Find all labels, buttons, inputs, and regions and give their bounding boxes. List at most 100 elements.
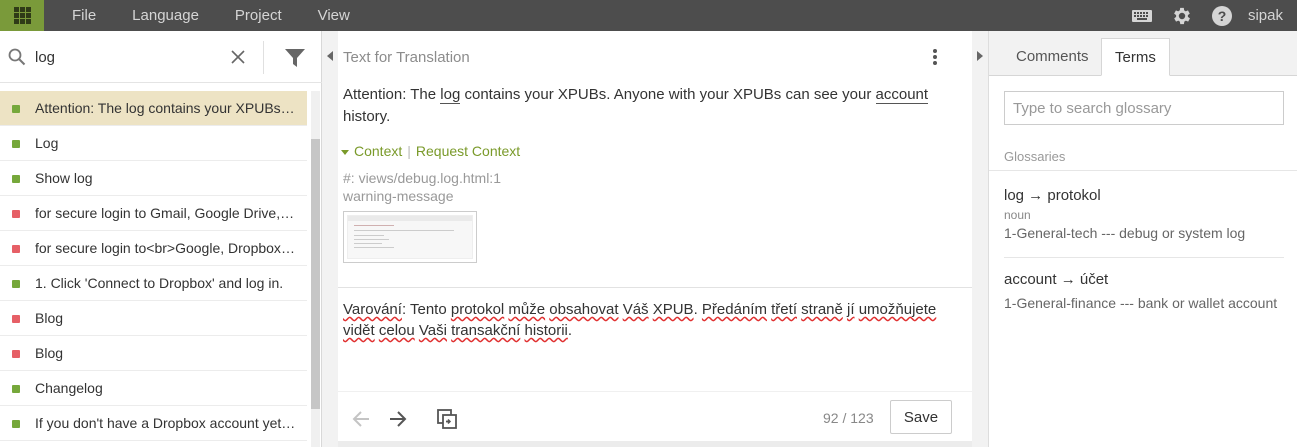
menu-view[interactable]: View bbox=[300, 0, 368, 31]
glossary-search-input[interactable] bbox=[1004, 91, 1284, 125]
list-item[interactable]: Blog bbox=[0, 336, 307, 371]
editor-panel: Text for Translation Attention: The log … bbox=[338, 31, 972, 447]
list-item[interactable]: If you don't have a Dropbox account yet,… bbox=[0, 406, 307, 441]
glossary-entry-pos: noun bbox=[1004, 208, 1031, 222]
top-right-tools: ? sipak bbox=[1122, 0, 1297, 31]
list-item[interactable]: Blog bbox=[0, 301, 307, 336]
list-item-text: 1. Click 'Connect to Dropbox' and log in… bbox=[35, 275, 284, 291]
status-dot bbox=[12, 420, 20, 428]
clear-icon[interactable] bbox=[228, 47, 248, 67]
status-dot bbox=[12, 140, 20, 148]
list-item-text: for secure login to Gmail, Google Drive,… bbox=[35, 205, 297, 221]
main-menu: File Language Project View bbox=[54, 0, 368, 31]
editor-bottom-strip bbox=[338, 441, 972, 447]
list-item[interactable]: 1. Click 'Connect to Dropbox' and log in… bbox=[0, 266, 307, 301]
search-divider bbox=[263, 41, 264, 74]
list-item[interactable]: for secure login to Gmail, Google Drive,… bbox=[0, 196, 307, 231]
list-item-text: Attention: The log contains your XPUBs. … bbox=[35, 100, 297, 116]
next-arrow-icon[interactable] bbox=[385, 406, 411, 432]
list-scrollbar[interactable] bbox=[311, 91, 320, 447]
svg-text:?: ? bbox=[1218, 8, 1227, 24]
source-location: #: views/debug.log.html:1 bbox=[343, 170, 501, 186]
request-context-link[interactable]: Request Context bbox=[416, 143, 520, 159]
tab-comments[interactable]: Comments bbox=[1003, 38, 1102, 76]
apps-grid-button[interactable] bbox=[0, 0, 44, 31]
filter-icon[interactable] bbox=[284, 47, 306, 69]
menu-project[interactable]: Project bbox=[217, 0, 300, 31]
status-dot bbox=[12, 350, 20, 358]
menu-language[interactable]: Language bbox=[114, 0, 217, 31]
misspelled-word: Váš bbox=[622, 301, 649, 318]
translation-input[interactable]: Varování: Tento protokol může obsahovat … bbox=[343, 299, 943, 341]
list-item-text: Show log bbox=[35, 170, 93, 186]
status-dot bbox=[12, 175, 20, 183]
misspelled-word: vidět bbox=[343, 322, 375, 339]
gear-icon[interactable] bbox=[1162, 0, 1202, 31]
status-dot bbox=[12, 105, 20, 113]
status-dot bbox=[12, 210, 20, 218]
misspelled-word: XPUB bbox=[652, 301, 694, 318]
glossary-entry[interactable]: account → účet 1-General-finance --- ban… bbox=[1004, 271, 1284, 311]
translation-fragment: . bbox=[567, 322, 573, 339]
collapse-right-handle[interactable] bbox=[972, 31, 988, 447]
list-item-text: for secure login to<br>Google, Dropbox, … bbox=[35, 240, 297, 256]
glossary-entry-term: log → protokol bbox=[1004, 187, 1101, 204]
status-dot bbox=[12, 315, 20, 323]
collapse-right-icon bbox=[977, 51, 983, 61]
tab-terms[interactable]: Terms bbox=[1101, 38, 1170, 76]
collapse-left-handle[interactable] bbox=[322, 31, 338, 447]
editor-divider bbox=[338, 287, 972, 288]
user-name[interactable]: sipak bbox=[1242, 7, 1297, 24]
glossary-entry[interactable]: log → protokol noun 1-General-tech --- d… bbox=[1004, 187, 1284, 241]
misspelled-word: Varování bbox=[343, 301, 402, 318]
search-bar bbox=[0, 31, 322, 83]
glossaries-heading: Glossaries bbox=[1004, 149, 1066, 164]
screenshot-thumbnail[interactable] bbox=[343, 211, 477, 263]
list-item[interactable]: Show log bbox=[0, 161, 307, 196]
glossary-entry-desc: 1-General-tech --- debug or system log bbox=[1004, 225, 1246, 241]
side-tabs: Comments Terms bbox=[989, 31, 1297, 76]
glossary-term-log[interactable]: log bbox=[440, 86, 461, 104]
glossary-term-account[interactable]: account bbox=[875, 86, 929, 104]
misspelled-word: straně bbox=[801, 301, 843, 318]
misspelled-word: Předáním bbox=[701, 301, 767, 318]
list-item[interactable]: for secure login to<br>Google, Dropbox, … bbox=[0, 231, 307, 266]
apps-grid-icon bbox=[13, 7, 31, 24]
misspelled-word: historii bbox=[524, 322, 568, 339]
context-meta: #: views/debug.log.html:1 warning-messag… bbox=[343, 169, 501, 205]
help-icon[interactable]: ? bbox=[1202, 0, 1242, 31]
string-list-panel: Attention: The log contains your XPUBs. … bbox=[0, 31, 322, 447]
keyboard-icon[interactable] bbox=[1122, 0, 1162, 31]
list-scrollbar-thumb[interactable] bbox=[311, 139, 320, 409]
list-item-text: Blog bbox=[35, 345, 64, 361]
search-input[interactable] bbox=[35, 46, 215, 68]
misspelled-word: transakční bbox=[451, 322, 521, 339]
misspelled-word: protokol bbox=[450, 301, 505, 318]
caret-down-icon bbox=[341, 149, 349, 155]
list-item[interactable]: Attention: The log contains your XPUBs. … bbox=[0, 91, 307, 126]
context-toggle[interactable]: Context bbox=[341, 143, 402, 159]
copy-source-icon[interactable] bbox=[434, 406, 460, 432]
editor-toolbar: 92 / 123 Save bbox=[338, 391, 972, 447]
search-icon bbox=[8, 48, 26, 71]
list-item[interactable]: Changelog bbox=[0, 371, 307, 406]
more-vert-icon[interactable] bbox=[928, 47, 942, 67]
translation-fragment: . bbox=[693, 301, 702, 318]
glossary-divider bbox=[989, 170, 1297, 171]
collapse-left-icon bbox=[327, 51, 333, 61]
list-item[interactable]: Log bbox=[0, 126, 307, 161]
prev-arrow-icon[interactable] bbox=[348, 406, 374, 432]
status-dot bbox=[12, 245, 20, 253]
status-dot bbox=[12, 385, 20, 393]
save-button[interactable]: Save bbox=[890, 400, 952, 434]
menu-file[interactable]: File bbox=[54, 0, 114, 31]
misspelled-word: může bbox=[508, 301, 546, 318]
top-bar: File Language Project View ? sipak bbox=[0, 0, 1297, 31]
list-item-text: Changelog bbox=[35, 380, 103, 396]
misspelled-word: jí bbox=[847, 301, 855, 318]
source-text: Attention: The log contains your XPUBs. … bbox=[343, 86, 929, 125]
misspelled-word: Vaši bbox=[418, 322, 447, 339]
list-item-text: If you don't have a Dropbox account yet,… bbox=[35, 415, 297, 431]
glossary-entry-desc: 1-General-finance --- bank or wallet acc… bbox=[1004, 295, 1278, 311]
context-key: warning-message bbox=[343, 188, 454, 204]
